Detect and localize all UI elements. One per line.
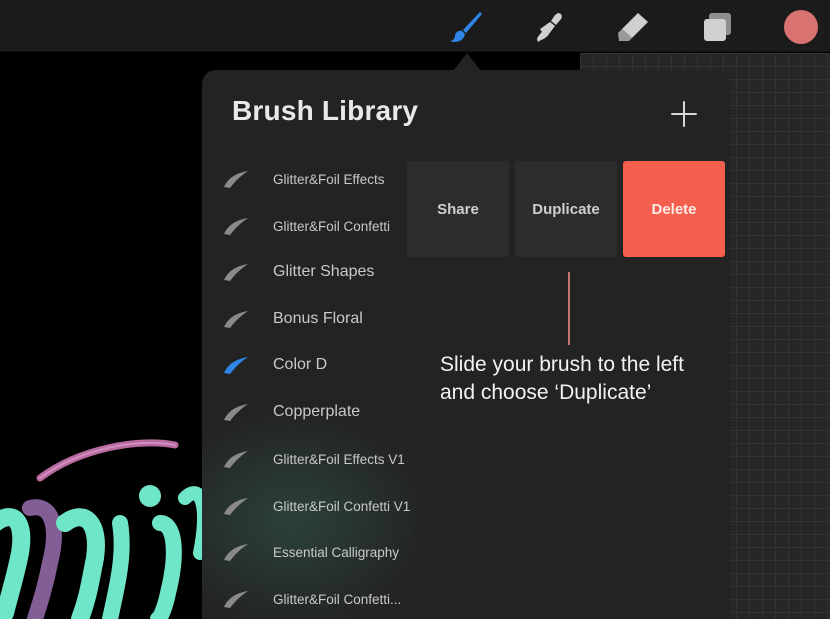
brush-item[interactable]: Glitter&Foil Confetti V1 (202, 483, 412, 529)
delete-button[interactable]: Delete (623, 161, 725, 257)
share-button[interactable]: Share (407, 161, 509, 257)
brush-label: Copperplate (273, 403, 361, 420)
brush-item-selected[interactable]: Color D (202, 342, 412, 388)
plus-icon (671, 101, 697, 127)
smudge-icon[interactable] (530, 8, 568, 46)
brush-stroke-icon (224, 357, 248, 374)
brush-stroke-icon (224, 544, 248, 561)
brush-label: Essential Calligraphy (273, 544, 400, 560)
duplicate-button[interactable]: Duplicate (515, 161, 617, 257)
brush-label: Glitter&Foil Confetti V1 (273, 498, 411, 514)
paintbrush-icon[interactable] (447, 8, 485, 46)
top-toolbar (0, 0, 830, 52)
brush-stroke-icon (224, 404, 248, 421)
brush-item[interactable]: Essential Calligraphy (202, 529, 412, 575)
instruction-caption: Slide your brush to the left and choose … (440, 353, 684, 404)
brush-library-panel: Brush Library Glitter&Foil Effects Glitt… (202, 70, 730, 619)
current-color-swatch[interactable] (784, 10, 818, 44)
brush-label: Glitter&Foil Effects V1 (273, 451, 405, 467)
brush-label: Bonus Floral (273, 310, 363, 327)
brush-stroke-icon (224, 591, 248, 608)
annotation-pointer-line (568, 272, 570, 345)
brush-label: Glitter&Foil Confetti (273, 218, 391, 234)
popover-arrow (453, 53, 481, 71)
brush-stroke-icon (224, 218, 248, 235)
brush-item[interactable]: Glitter&Foil Effects V1 (202, 436, 412, 482)
brush-label: Glitter&Foil Effects (273, 171, 385, 187)
eraser-icon[interactable] (614, 8, 652, 46)
brush-label: Glitter Shapes (273, 263, 375, 280)
brush-item[interactable]: Glitter&Foil Confetti (202, 203, 412, 249)
panel-title: Brush Library (232, 95, 419, 126)
brush-stroke-icon (224, 264, 248, 281)
brush-stroke-icon (224, 451, 248, 468)
brush-item[interactable]: Glitter Shapes (202, 249, 412, 295)
brush-item[interactable]: Bonus Floral (202, 296, 412, 342)
brush-stroke-icon (224, 311, 248, 328)
layers-icon[interactable] (698, 8, 736, 46)
brush-item[interactable]: Copperplate (202, 389, 412, 435)
brush-item[interactable]: Glitter&Foil Effects (202, 156, 412, 202)
add-brush-set-button[interactable] (668, 98, 700, 130)
brush-label: Color D (273, 356, 328, 373)
brush-label: Glitter&Foil Confetti... (273, 591, 402, 607)
brush-stroke-icon (224, 498, 248, 515)
brush-item[interactable]: Glitter&Foil Confetti... (202, 576, 412, 619)
brush-stroke-icon (224, 171, 248, 188)
